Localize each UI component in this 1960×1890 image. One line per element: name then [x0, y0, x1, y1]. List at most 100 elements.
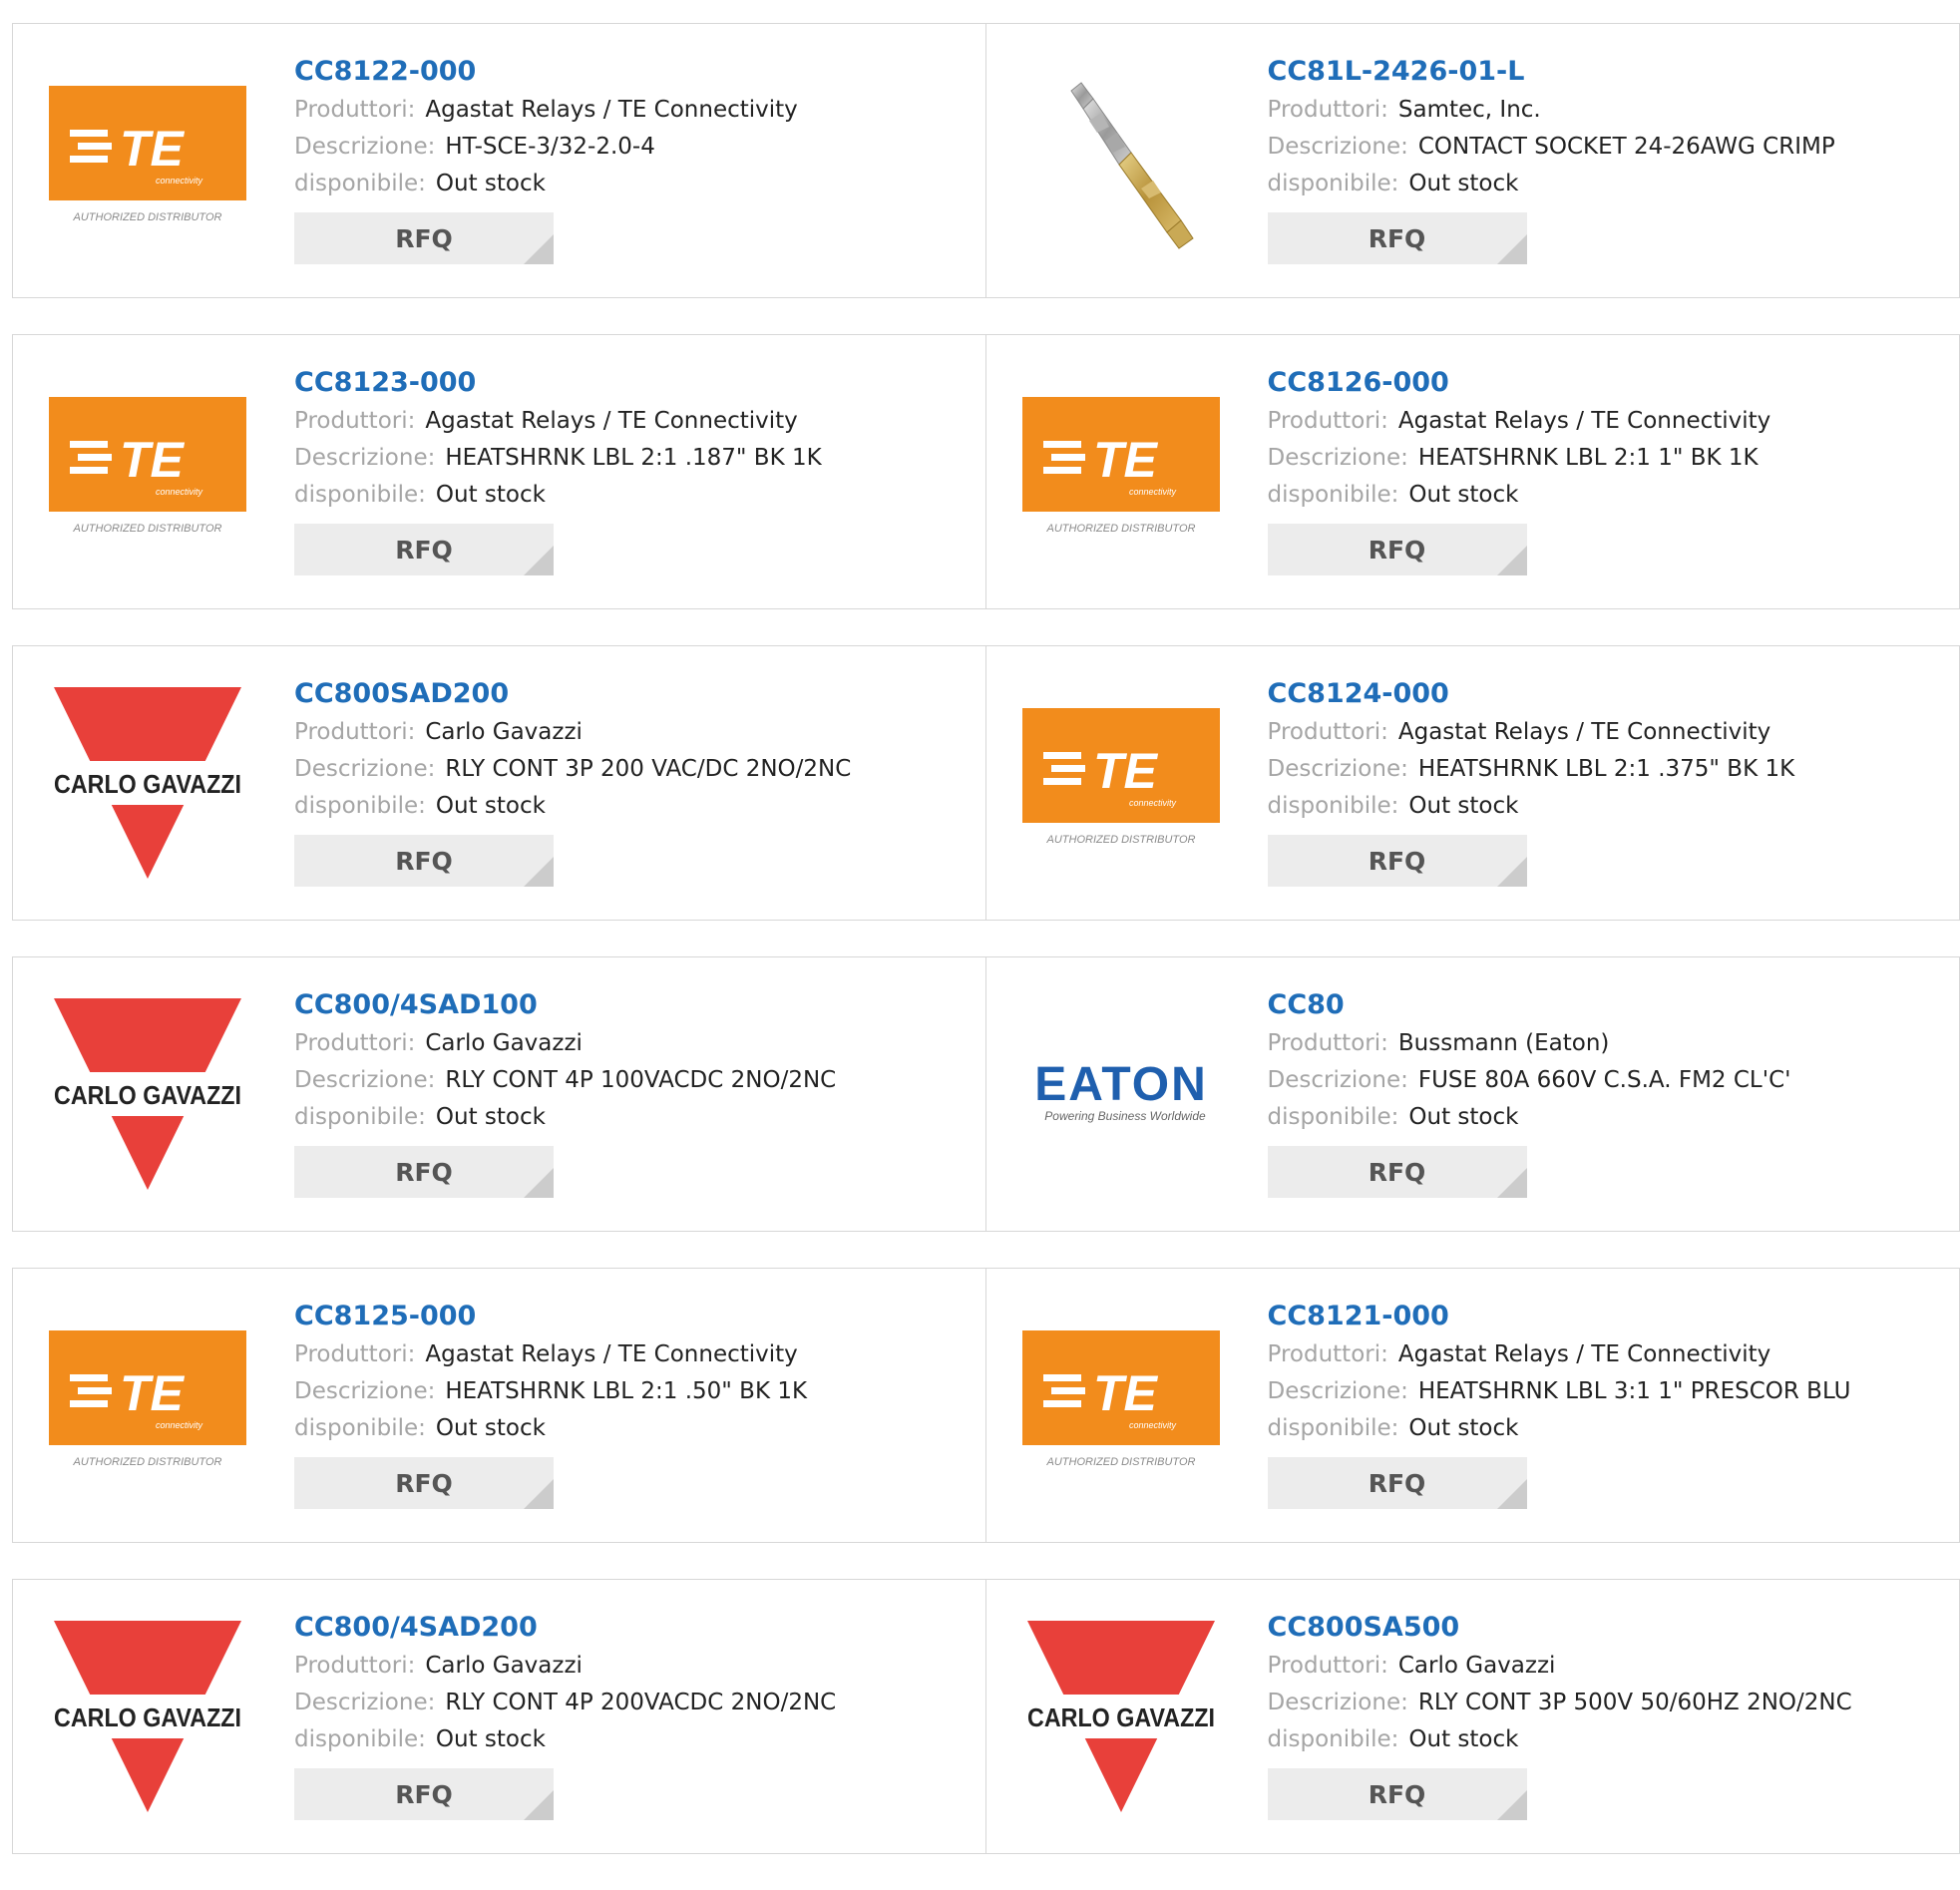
rfq-button[interactable]: RFQ [294, 524, 554, 575]
te-connectivity-logo: TE connectivity AUTHORIZED DISTRIBUTOR [1021, 1330, 1221, 1480]
rfq-label: RFQ [395, 847, 453, 876]
product-row: CARLO GAVAZZI CC800/4SAD100Produttori:Ca… [12, 956, 1960, 1232]
description-line: Descrizione: RLY CONT 4P 100VACDC 2NO/2NC [294, 1062, 976, 1099]
description-line: Descrizione:HEATSHRNK LBL 3:1 1" PRESCOR… [1268, 1373, 1950, 1410]
manufacturer-label: Produttori: [294, 1653, 415, 1679]
availability-label: disponibile: [294, 1415, 426, 1441]
description-value: HEATSHRNK LBL 2:1 .50" BK 1K [445, 1378, 807, 1404]
availability-line: disponibile:Out stock [294, 1099, 976, 1136]
manufacturer-value: Carlo Gavazzi [425, 1030, 583, 1056]
te-connectivity-logo: TE connectivity AUTHORIZED DISTRIBUTOR [48, 1330, 247, 1480]
carlo-gavazzi-logo: CARLO GAVAZZI [48, 994, 247, 1194]
product-image[interactable]: TE connectivity AUTHORIZED DISTRIBUTOR [48, 1306, 247, 1505]
svg-text:TE: TE [1093, 1365, 1159, 1421]
button-corner-decoration [524, 1790, 554, 1820]
button-corner-decoration [524, 1168, 554, 1198]
rfq-button[interactable]: RFQ [1268, 1457, 1527, 1509]
manufacturer-value: Carlo Gavazzi [425, 719, 583, 745]
availability-value: Out stock [436, 1415, 546, 1441]
description-label: Descrizione: [1268, 1690, 1408, 1715]
product-image[interactable]: TE connectivity AUTHORIZED DISTRIBUTOR [48, 61, 247, 260]
rfq-button[interactable]: RFQ [1268, 835, 1527, 887]
product-image[interactable] [1021, 61, 1221, 260]
description-label: Descrizione: [294, 1067, 435, 1093]
description-label: Descrizione: [294, 445, 435, 471]
part-number-link[interactable]: CC800/4SAD100 [294, 985, 976, 1025]
rfq-button[interactable]: RFQ [1268, 212, 1527, 264]
rfq-label: RFQ [395, 224, 453, 253]
manufacturer-value: Agastat Relays / TE Connectivity [425, 408, 797, 434]
product-image[interactable]: TE connectivity AUTHORIZED DISTRIBUTOR [1021, 372, 1221, 571]
part-number-link[interactable]: CC8125-000 [294, 1297, 976, 1336]
part-number-link[interactable]: CC81L-2426-01-L [1268, 52, 1950, 92]
part-number-link[interactable]: CC8123-000 [294, 363, 976, 403]
description-line: Descrizione:HEATSHRNK LBL 2:1 .375" BK 1… [1268, 751, 1950, 788]
rfq-label: RFQ [1369, 847, 1426, 876]
product-info: CC800SAD200Produttori:Carlo GavazziDescr… [294, 674, 976, 887]
rfq-button[interactable]: RFQ [1268, 1768, 1527, 1820]
availability-value: Out stock [1408, 1104, 1518, 1130]
part-number-link[interactable]: CC800/4SAD200 [294, 1608, 976, 1648]
manufacturer-line: Produttori:Agastat Relays / TE Connectiv… [1268, 714, 1950, 751]
product-card: CARLO GAVAZZI CC800/4SAD100Produttori:Ca… [12, 956, 986, 1232]
product-image[interactable]: CARLO GAVAZZI [48, 1617, 247, 1816]
part-number-link[interactable]: CC800SA500 [1268, 1608, 1950, 1648]
part-number-link[interactable]: CC8121-000 [1268, 1297, 1950, 1336]
te-connectivity-logo: TE connectivity AUTHORIZED DISTRIBUTOR [1021, 397, 1221, 547]
button-corner-decoration [1497, 1790, 1527, 1820]
product-image[interactable]: TE connectivity AUTHORIZED DISTRIBUTOR [1021, 1306, 1221, 1505]
availability-line: disponibile:Out stock [1268, 477, 1950, 514]
button-corner-decoration [1497, 857, 1527, 887]
availability-label: disponibile: [294, 171, 426, 196]
description-line: Descrizione: RLY CONT 3P 500V 50/60HZ 2NO… [1268, 1685, 1950, 1721]
part-number-link[interactable]: CC8126-000 [1268, 363, 1950, 403]
rfq-button[interactable]: RFQ [294, 835, 554, 887]
rfq-label: RFQ [1369, 224, 1426, 253]
product-row: CARLO GAVAZZI CC800SAD200Produttori:Carl… [12, 645, 1960, 921]
manufacturer-label: Produttori: [1268, 408, 1388, 434]
product-image[interactable]: CARLO GAVAZZI [48, 994, 247, 1194]
description-value: HEATSHRNK LBL 2:1 .187" BK 1K [445, 445, 821, 471]
manufacturer-label: Produttori: [1268, 1030, 1388, 1056]
availability-value: Out stock [436, 1726, 546, 1752]
product-image[interactable]: CARLO GAVAZZI [1021, 1617, 1221, 1816]
manufacturer-line: Produttori:Carlo Gavazzi [294, 1025, 976, 1062]
rfq-button[interactable]: RFQ [294, 212, 554, 264]
availability-line: disponibile:Out stock [1268, 1410, 1950, 1447]
rfq-label: RFQ [1369, 1469, 1426, 1498]
rfq-button[interactable]: RFQ [294, 1146, 554, 1198]
part-number-link[interactable]: CC8124-000 [1268, 674, 1950, 714]
description-value: HEATSHRNK LBL 2:1 1" BK 1K [1418, 445, 1759, 471]
svg-text:connectivity: connectivity [156, 487, 203, 497]
product-image[interactable]: CARLO GAVAZZI [48, 683, 247, 883]
availability-label: disponibile: [294, 1726, 426, 1752]
part-number-link[interactable]: CC800SAD200 [294, 674, 976, 714]
product-card: TE connectivity AUTHORIZED DISTRIBUTOR C… [986, 1268, 1960, 1543]
description-value: FUSE 80A 660V C.S.A. FM2 CL'C' [1418, 1067, 1791, 1093]
product-image[interactable]: TE connectivity AUTHORIZED DISTRIBUTOR [1021, 683, 1221, 883]
rfq-button[interactable]: RFQ [1268, 524, 1527, 575]
product-card: CARLO GAVAZZI CC800SAD200Produttori:Carl… [12, 645, 986, 921]
product-card: CARLO GAVAZZI CC800SA500Produttori:Carlo… [986, 1579, 1960, 1854]
product-image[interactable]: TE connectivity AUTHORIZED DISTRIBUTOR [48, 372, 247, 571]
availability-line: disponibile:Out stock [1268, 1099, 1950, 1136]
availability-label: disponibile: [294, 793, 426, 819]
product-image[interactable]: EATON Powering Business Worldwide [1021, 994, 1221, 1194]
part-number-link[interactable]: CC80 [1268, 985, 1950, 1025]
description-line: Descrizione:FUSE 80A 660V C.S.A. FM2 CL'… [1268, 1062, 1950, 1099]
availability-line: disponibile:Out stock [1268, 788, 1950, 825]
manufacturer-value: Carlo Gavazzi [425, 1653, 583, 1679]
product-info: CC80Produttori:Bussmann (Eaton)Descrizio… [1268, 985, 1950, 1198]
svg-text:AUTHORIZED DISTRIBUTOR: AUTHORIZED DISTRIBUTOR [1045, 523, 1195, 535]
rfq-button[interactable]: RFQ [294, 1457, 554, 1509]
part-number-link[interactable]: CC8122-000 [294, 52, 976, 92]
availability-line: disponibile:Out stock [294, 166, 976, 202]
description-value: RLY CONT 3P 500V 50/60HZ 2NO/2NC [1418, 1690, 1852, 1715]
availability-value: Out stock [1408, 1415, 1518, 1441]
rfq-button[interactable]: RFQ [294, 1768, 554, 1820]
svg-text:connectivity: connectivity [156, 176, 203, 186]
description-value: RLY CONT 4P 100VACDC 2NO/2NC [445, 1067, 836, 1093]
rfq-button[interactable]: RFQ [1268, 1146, 1527, 1198]
manufacturer-label: Produttori: [294, 97, 415, 123]
rfq-label: RFQ [395, 1158, 453, 1187]
